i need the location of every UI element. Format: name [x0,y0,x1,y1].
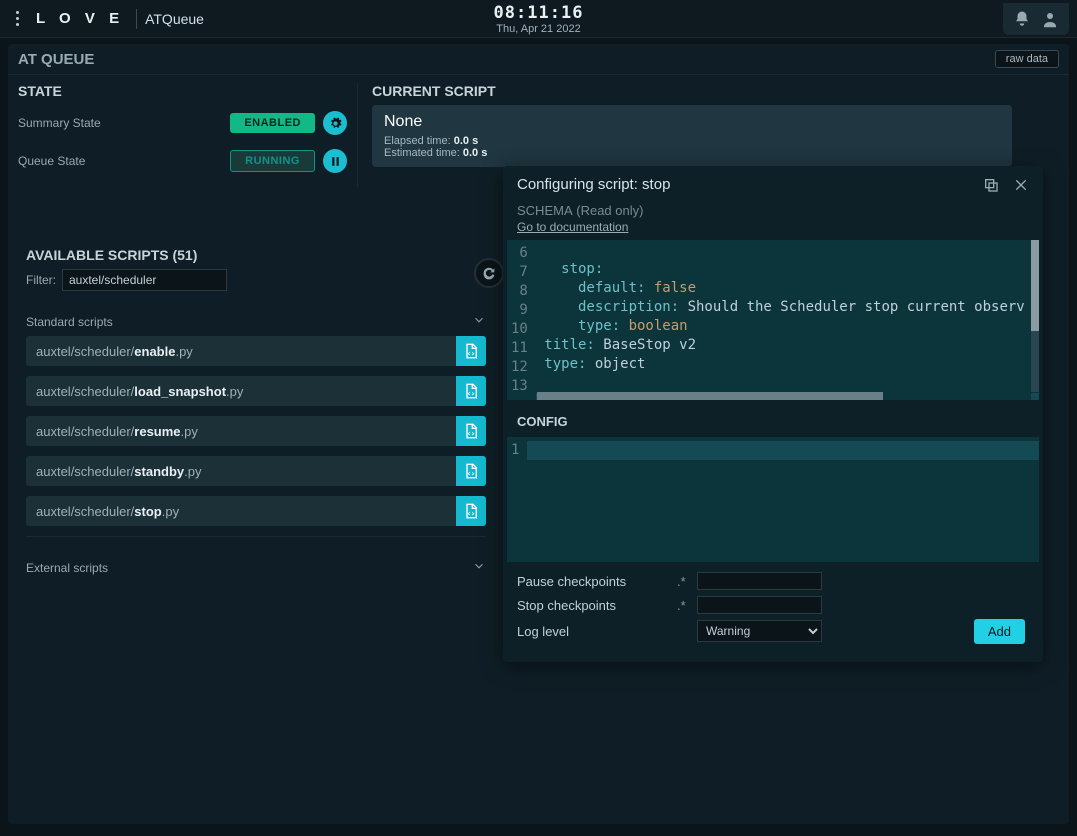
script-icon [463,383,479,399]
wildcard: .* [677,598,697,613]
queue-name: ATQueue [145,11,204,27]
add-button[interactable]: Add [974,619,1025,644]
topbar: L O V E ATQueue 08:11:16 Thu, Apr 21 202… [0,0,1077,38]
elapsed-value: 0.0 s [454,135,478,147]
config-label: CONFIG [503,400,1043,433]
state-section: STATE Summary State ENABLED Queue State … [18,83,358,187]
launch-script-button[interactable] [456,416,486,446]
script-item[interactable]: auxtel/scheduler/enable.py [26,336,486,366]
external-scripts-header[interactable]: External scripts [26,559,486,582]
current-script-name: None [384,113,1000,131]
stop-checkpoints-input[interactable] [697,596,822,614]
settings-button[interactable] [323,111,347,135]
clock: 08:11:16 Thu, Apr 21 2022 [494,3,584,35]
doc-link[interactable]: Go to documentation [503,218,642,236]
filter-input[interactable] [62,269,227,291]
state-title: STATE [18,83,347,99]
filter-label: Filter: [26,273,56,287]
script-icon [463,343,479,359]
bell-icon[interactable] [1013,10,1031,28]
clock-date: Thu, Apr 21 2022 [494,23,584,35]
current-script-card: None Elapsed time: 0.0 s Estimated time:… [372,105,1012,167]
available-scripts-title: AVAILABLE SCRIPTS (51) [26,247,197,263]
queue-state-badge: RUNNING [230,150,315,172]
h-scrollbar[interactable] [537,392,1031,400]
divider [26,536,486,537]
logo: L O V E [36,10,124,27]
gear-icon [329,117,342,130]
loglevel-select[interactable]: Warning [697,620,822,642]
loglevel-label: Log level [517,624,677,639]
menu-icon[interactable] [8,11,26,26]
script-icon [463,423,479,439]
summary-state-label: Summary State [18,116,101,130]
script-icon [463,463,479,479]
user-icon[interactable] [1041,10,1059,28]
script-item[interactable]: auxtel/scheduler/standby.py [26,456,486,486]
launch-script-button[interactable] [456,496,486,526]
pause-checkpoints-label: Pause checkpoints [517,574,677,589]
standard-scripts-label: Standard scripts [26,315,113,329]
v-scrollbar[interactable] [1031,240,1039,392]
reload-button[interactable] [474,258,504,288]
launch-script-button[interactable] [456,336,486,366]
estimated-value: 0.0 s [463,147,487,159]
estimated-label: Estimated time: [384,147,460,159]
clock-time: 08:11:16 [494,3,584,23]
panel-title: AT QUEUE [18,51,94,68]
pause-checkpoints-input[interactable] [697,572,822,590]
queue-state-label: Queue State [18,154,85,168]
dialog-title: Configuring script: stop [517,176,670,193]
summary-state-badge: ENABLED [230,113,315,133]
schema-label: SCHEMA [517,203,573,218]
wildcard: .* [677,574,697,589]
stop-checkpoints-label: Stop checkpoints [517,598,677,613]
expand-icon[interactable] [983,177,999,193]
script-item[interactable]: auxtel/scheduler/resume.py [26,416,486,446]
main-panel: AT QUEUE raw data STATE Summary State EN… [8,44,1069,824]
close-icon[interactable] [1013,177,1029,193]
launch-script-button[interactable] [456,456,486,486]
script-icon [463,503,479,519]
divider [136,9,137,29]
panel-header: AT QUEUE raw data [8,44,1069,75]
available-scripts-section: AVAILABLE SCRIPTS (51) Filter: Standard … [26,247,486,582]
launch-script-button[interactable] [456,376,486,406]
script-item[interactable]: auxtel/scheduler/stop.py [26,496,486,526]
config-editor[interactable]: 1 [507,437,1039,562]
external-scripts-label: External scripts [26,561,108,575]
current-script-title: CURRENT SCRIPT [372,83,1059,99]
script-item[interactable]: auxtel/scheduler/load_snapshot.py [26,376,486,406]
elapsed-label: Elapsed time: [384,135,451,147]
pause-button[interactable] [323,149,347,173]
configure-script-dialog: Configuring script: stop SCHEMA (Read on… [503,166,1043,662]
topbar-actions [1003,3,1069,35]
raw-data-button[interactable]: raw data [995,50,1059,68]
reload-icon [481,265,497,281]
readonly-label: (Read only) [576,203,643,218]
pause-icon [329,155,342,168]
gutter: 678910111213 [507,240,536,400]
standard-scripts-header[interactable]: Standard scripts [26,313,486,336]
chevron-down-icon [472,313,486,330]
chevron-down-icon [472,559,486,576]
schema-editor: 678910111213 stop: default: false descri… [507,240,1039,400]
